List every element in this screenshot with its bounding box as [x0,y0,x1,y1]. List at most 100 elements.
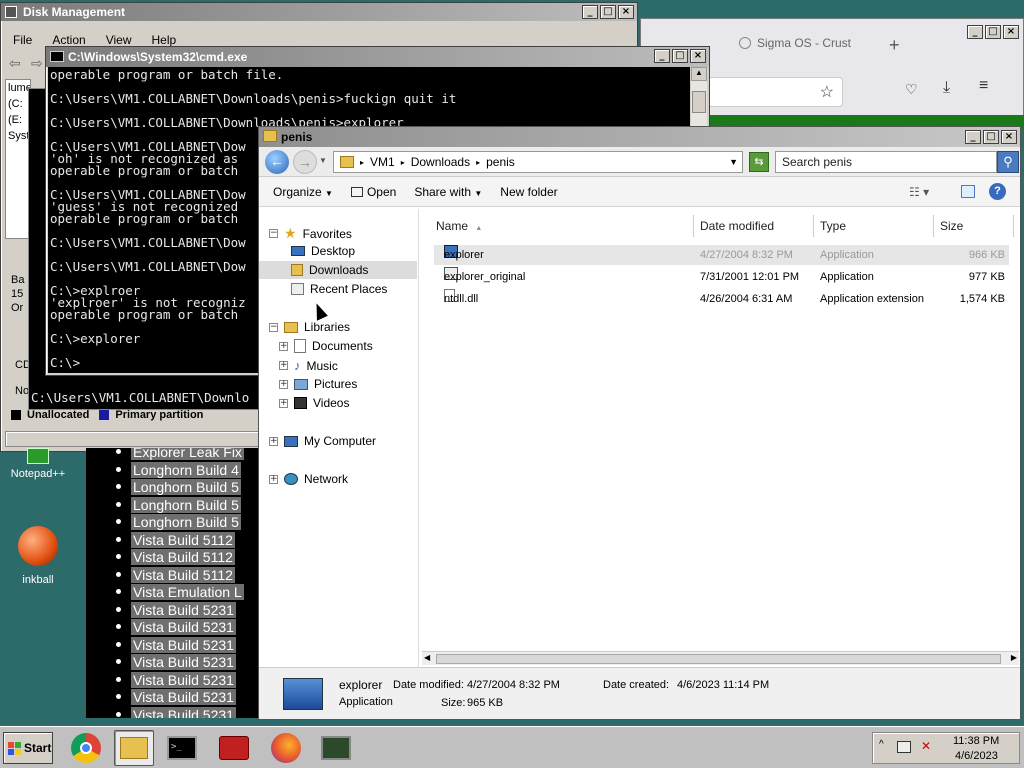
maximize-button[interactable]: □ [672,49,688,63]
maximize-button[interactable]: □ [985,25,1001,39]
column-name[interactable]: Name ▲ [430,215,694,237]
taskbar-chrome[interactable] [66,730,106,766]
browser-tab[interactable]: Sigma OS - Crust [733,31,883,55]
list-item[interactable]: Vista Build 5231 [86,619,244,637]
list-item[interactable]: Vista Build 5231 [86,671,244,690]
preview-pane-icon[interactable] [961,185,975,198]
minimize-button[interactable]: _ [582,5,598,19]
table-row[interactable]: explorer 4/27/2004 8:32 PM Application 9… [434,245,1009,265]
list-item[interactable]: Vista Build 5112 [86,549,244,567]
collapse-icon[interactable]: − [269,229,278,238]
menu-file[interactable]: File [13,33,32,47]
list-item[interactable]: Longhorn Build 5 [86,514,244,532]
download-icon[interactable]: ⤓ [943,79,950,97]
address-bar[interactable]: ▸ VM1 ▸ Downloads ▸ penis ▼ [333,151,743,173]
tree-music[interactable]: + ♪ Music [279,358,338,373]
breadcrumb-vm1[interactable]: VM1 [370,155,395,169]
help-icon[interactable]: ? [989,183,1006,200]
maximize-button[interactable]: □ [983,130,999,144]
list-item[interactable]: Vista Emulation L [86,584,244,602]
tree-network[interactable]: + Network [269,472,348,486]
desktop-icon-inkball[interactable]: inkball [4,526,72,586]
tree-pictures[interactable]: + Pictures [279,377,357,391]
expand-icon[interactable]: + [279,379,288,389]
taskbar-cmd[interactable]: >_ [162,730,202,766]
close-button[interactable]: × [1003,25,1019,39]
horizontal-scrollbar[interactable]: ◀ ▶ [422,651,1019,665]
taskbar-explorer[interactable] [114,730,154,766]
column-type[interactable]: Type [814,215,934,237]
tray-expand-icon[interactable]: ^ [879,739,884,750]
tree-recent-places[interactable]: Recent Places [291,282,387,296]
list-item[interactable]: Vista Build 5112 [86,531,244,550]
bookmark-star-icon[interactable]: ☆ [820,82,834,102]
table-row[interactable]: explorer_original 7/31/2001 12:01 PM App… [434,267,1009,287]
pocket-icon[interactable]: ♡ [905,81,918,98]
close-button[interactable]: × [1001,130,1017,144]
menu-view[interactable]: View [106,33,132,47]
tree-desktop[interactable]: Desktop [291,244,355,258]
refresh-button[interactable]: ⇆ [749,152,769,172]
scroll-thumb[interactable] [436,654,1001,664]
breadcrumb-downloads[interactable]: Downloads [411,155,470,169]
new-folder-button[interactable]: New folder [500,185,557,199]
volume-muted-icon[interactable]: ✕ [921,739,931,753]
close-button[interactable]: × [690,49,706,63]
start-button[interactable]: Start [3,732,53,764]
clock-time[interactable]: 11:38 PM [953,735,999,747]
network-tray-icon[interactable] [897,741,911,753]
clock-date[interactable]: 4/6/2023 [955,750,998,762]
breadcrumb-penis[interactable]: penis [486,155,515,169]
forward-button[interactable]: → [293,150,317,174]
list-item[interactable]: Vista Build 5231 [86,706,244,718]
organize-button[interactable]: Organize ▼ [273,185,333,199]
minimize-button[interactable]: _ [965,130,981,144]
tree-libraries[interactable]: − Libraries [269,320,350,334]
taskbar-firefox[interactable] [266,730,306,766]
expand-icon[interactable]: + [279,341,288,351]
url-bar[interactable]: ☆ [701,77,843,107]
menu-icon[interactable]: ≡ [979,77,988,95]
scroll-up-button[interactable]: ▲ [691,67,707,81]
list-item[interactable]: Vista Build 5231 [86,636,244,655]
list-item[interactable]: Vista Build 5231 [86,689,244,707]
new-tab-button[interactable]: + [889,35,900,56]
list-item[interactable]: Longhorn Build 5 [86,496,244,515]
list-item[interactable]: Explorer Leak Fix [86,448,244,462]
forward-arrow-icon[interactable]: ⇨ [31,55,43,72]
tree-favorites[interactable]: − ★ Favorites [269,225,352,242]
tree-documents[interactable]: + Documents [279,339,373,353]
menu-help[interactable]: Help [152,33,177,47]
tree-downloads[interactable]: Downloads [259,261,417,279]
expand-icon[interactable]: + [279,361,288,370]
minimize-button[interactable]: _ [967,25,983,39]
address-dropdown-icon[interactable]: ▼ [729,157,738,167]
tree-my-computer[interactable]: + My Computer [269,434,376,448]
history-dropdown-icon[interactable]: ▼ [319,156,327,165]
column-date-modified[interactable]: Date modified [694,215,814,237]
list-item[interactable]: Vista Build 5112 [86,566,244,585]
scroll-thumb[interactable] [692,91,706,113]
maximize-button[interactable]: □ [600,5,616,19]
search-input[interactable]: Search penis [775,151,997,173]
list-item[interactable]: Longhorn Build 4 [86,461,244,480]
list-item[interactable]: Vista Build 5231 [86,654,244,672]
taskbar-network-monitor[interactable] [316,730,356,766]
table-row[interactable]: ntdll.dll 4/26/2004 6:31 AM Application … [434,289,1009,309]
search-icon[interactable]: ⚲ [997,151,1019,173]
scroll-right-icon[interactable]: ▶ [1011,653,1017,662]
scroll-left-icon[interactable]: ◀ [424,653,430,662]
view-options-icon[interactable]: ☷ ▾ [909,185,929,199]
menu-action[interactable]: Action [52,33,85,47]
list-item[interactable]: Vista Build 5231 [86,601,244,620]
back-button[interactable]: ← [265,150,289,174]
close-button[interactable]: × [618,5,634,19]
tree-videos[interactable]: + Videos [279,396,349,410]
collapse-icon[interactable]: − [269,322,278,332]
desktop-icon-notepadpp[interactable]: Notepad++ [4,448,72,480]
expand-icon[interactable]: + [279,398,288,408]
taskbar-toolbox[interactable] [214,730,254,766]
column-size[interactable]: Size [934,215,1014,237]
back-arrow-icon[interactable]: ⇦ [9,55,21,72]
minimize-button[interactable]: _ [654,49,670,63]
